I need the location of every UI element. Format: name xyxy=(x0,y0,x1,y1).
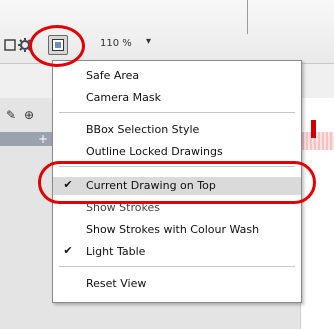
zoom-level[interactable]: 110 % xyxy=(100,38,132,49)
menu-item-label: Safe Area xyxy=(86,69,140,82)
menu-item-camera-mask[interactable]: Camera Mask xyxy=(53,89,301,107)
layer-strip xyxy=(0,132,60,146)
menu-separator xyxy=(59,112,295,113)
menu-item-label: BBox Selection Style xyxy=(86,123,200,136)
menu-item-label: Show Strokes xyxy=(86,201,160,214)
timeline-onion-frames xyxy=(302,132,334,150)
menu-item-label: Outline Locked Drawings xyxy=(86,145,223,158)
add-layer-icon[interactable]: + xyxy=(38,132,48,146)
menu-item-label: Show Strokes with Colour Wash xyxy=(86,223,260,236)
menu-item-safe-area[interactable]: Safe Area xyxy=(53,67,301,85)
view-options-menu: Safe Area Camera Mask BBox Selection Sty… xyxy=(52,60,302,303)
menu-item-label: Camera Mask xyxy=(86,91,161,104)
menu-item-show-strokes[interactable]: Show Strokes xyxy=(53,199,301,217)
menu-item-reset-view[interactable]: Reset View xyxy=(53,275,301,293)
panel-divider xyxy=(247,0,248,34)
gear-icon[interactable] xyxy=(15,35,35,55)
checkmark-icon: ✔ xyxy=(63,178,73,191)
triangle-down-icon[interactable]: ▾ xyxy=(146,36,151,47)
menu-item-label: Current Drawing on Top xyxy=(86,179,216,192)
menu-item-label: Reset View xyxy=(86,277,147,290)
menu-separator xyxy=(59,266,295,267)
menu-separator xyxy=(59,166,295,167)
menu-item-bbox-selection-style[interactable]: BBox Selection Style xyxy=(53,121,301,139)
menu-item-current-drawing-on-top[interactable]: ✔ Current Drawing on Top xyxy=(53,177,301,195)
timeline-playhead xyxy=(311,120,316,138)
checkmark-icon: ✔ xyxy=(63,244,73,257)
menu-item-outline-locked-drawings[interactable]: Outline Locked Drawings xyxy=(53,143,301,161)
menu-item-light-table[interactable]: ✔ Light Table xyxy=(53,243,301,261)
view-options-icon[interactable] xyxy=(48,35,68,55)
add-tool-icon[interactable]: ⊕ xyxy=(24,108,34,122)
menu-item-show-strokes-colour-wash[interactable]: Show Strokes with Colour Wash xyxy=(53,221,301,239)
menu-item-label: Light Table xyxy=(86,245,146,258)
brush-tool-icon[interactable]: ✎ xyxy=(6,108,16,122)
